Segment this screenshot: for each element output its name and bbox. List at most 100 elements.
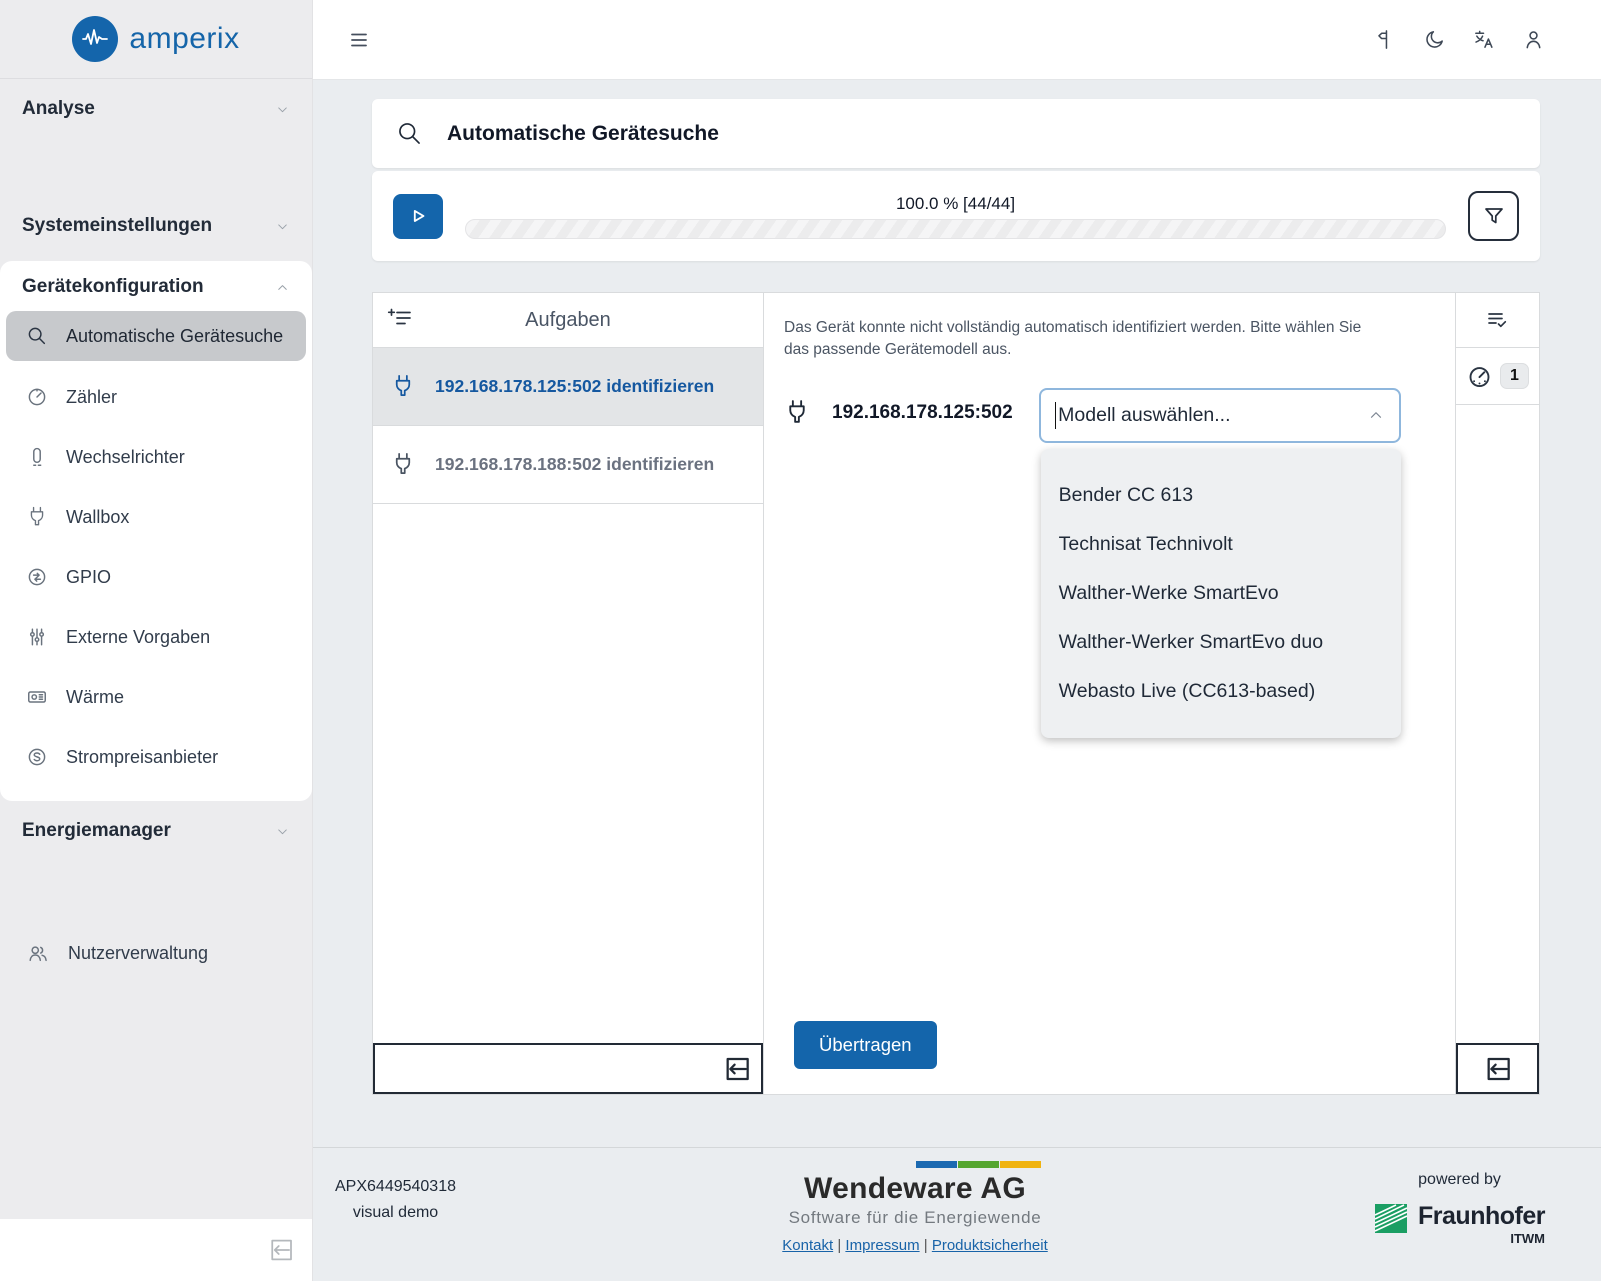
inverter-icon — [26, 446, 48, 468]
bar-blue — [916, 1161, 957, 1168]
collapse-panel-icon[interactable] — [1482, 1053, 1514, 1085]
user-icon[interactable] — [1522, 28, 1545, 51]
powered-by-label: powered by — [1374, 1171, 1545, 1189]
sidebar-section-systemeinstellungen[interactable]: Systemeinstellungen — [0, 204, 312, 248]
page-title: Automatische Gerätesuche — [447, 122, 719, 146]
chevron-down-icon — [275, 824, 290, 839]
bar-green — [958, 1161, 999, 1168]
fraunhofer-mark-icon — [1374, 1202, 1410, 1234]
link-produktsicherheit[interactable]: Produktsicherheit — [932, 1237, 1048, 1254]
chevron-down-icon — [275, 219, 290, 234]
chevron-down-icon — [275, 102, 290, 117]
serial-number: APX6449540318 — [335, 1174, 456, 1200]
model-option[interactable]: Walther-Werke SmartEvo — [1041, 569, 1401, 618]
sidebar-item-gpio[interactable]: GPIO — [0, 547, 312, 607]
sidebar: amperix Analyse Systemeinstellungen Gerä… — [0, 0, 313, 1281]
search-icon — [396, 120, 423, 147]
model-option[interactable]: Bender CC 613 — [1041, 471, 1401, 520]
task-label: 192.168.178.188:502 identifizieren — [435, 454, 714, 475]
signpost-icon[interactable] — [1374, 28, 1397, 51]
users-icon — [26, 942, 50, 964]
sidebar-footer — [0, 1219, 312, 1281]
collapse-sidebar-icon[interactable] — [266, 1235, 296, 1265]
progress-fill — [466, 220, 1445, 238]
scan-control-bar: 100.0 % [44/44] — [372, 171, 1540, 261]
device-detail-panel: Das Gerät konnte nicht vollständig autom… — [764, 292, 1455, 1095]
queue-rail: 1 — [1455, 292, 1540, 1095]
moon-icon[interactable] — [1423, 28, 1446, 51]
fraunhofer-logo: Fraunhofer ITWM — [1374, 1202, 1545, 1246]
sidebar-section-energiemanager[interactable]: Energiemanager — [0, 809, 312, 853]
model-option[interactable]: Webasto Live (CC613-based) — [1041, 667, 1401, 716]
device-row: 192.168.178.125:502 Modell auswählen... — [784, 388, 1455, 443]
sidebar-section-geraetekonfiguration[interactable]: Gerätekonfiguration — [0, 265, 312, 309]
sidebar-item-externe-vorgaben[interactable]: Externe Vorgaben — [0, 607, 312, 667]
start-scan-button[interactable] — [393, 194, 443, 239]
playlist-add-icon[interactable] — [387, 306, 413, 332]
plug-icon — [784, 398, 810, 427]
filter-button[interactable] — [1468, 191, 1519, 241]
sidebar-section-geraetekonfiguration-card: Gerätekonfiguration Automatische Gerätes… — [0, 261, 312, 801]
model-option[interactable]: Technisat Technivolt — [1041, 520, 1401, 569]
topbar — [313, 0, 1601, 80]
legal-links: Kontakt | Impressum | Produktsicherheit — [782, 1237, 1047, 1254]
sidebar-item-waerme[interactable]: Wärme — [0, 667, 312, 727]
link-kontakt[interactable]: Kontakt — [782, 1237, 833, 1254]
tasks-empty-space — [373, 504, 763, 1043]
heat-icon — [26, 686, 48, 708]
vendor-name: Wendeware AG — [789, 1172, 1042, 1206]
link-impressum[interactable]: Impressum — [845, 1237, 919, 1254]
model-select-wrap: Modell auswählen... Bender CC 613 Techni… — [1039, 388, 1401, 443]
task-row[interactable]: 192.168.178.125:502 identifizieren — [373, 348, 763, 426]
sidebar-item-zaehler[interactable]: Zähler — [0, 367, 312, 427]
device-address: 192.168.178.125:502 — [832, 402, 1013, 424]
sidebar-item-wallbox[interactable]: Wallbox — [0, 487, 312, 547]
scan-progress: 100.0 % [44/44] — [465, 194, 1446, 239]
sidebar-item-wechselrichter[interactable]: Wechselrichter — [0, 427, 312, 487]
tasks-panel-footer — [373, 1043, 763, 1094]
model-select[interactable]: Modell auswählen... — [1039, 388, 1401, 443]
tasks-panel: Aufgaben 192.168.178.125:502 identifizie… — [372, 292, 764, 1095]
fraunhofer-name: Fraunhofer — [1418, 1202, 1545, 1231]
vendor-tagline: Software für die Energiewende — [789, 1208, 1042, 1228]
collapse-panel-icon[interactable] — [721, 1053, 753, 1085]
topbar-actions — [1374, 28, 1545, 51]
progress-bar — [465, 219, 1446, 239]
sidebar-section-analyse[interactable]: Analyse — [0, 87, 312, 131]
meter-icon — [26, 386, 48, 408]
plug-icon — [391, 451, 415, 478]
progress-label: 100.0 % [44/44] — [465, 194, 1446, 214]
queue-counter: 1 — [1456, 348, 1539, 405]
app-window: amperix Analyse Systemeinstellungen Gerä… — [0, 0, 1601, 1281]
workspace: Aufgaben 192.168.178.125:502 identifizie… — [372, 292, 1540, 1095]
vendor-block: Wendeware AG Software für die Energiewen… — [782, 1161, 1047, 1254]
tasks-title: Aufgaben — [525, 309, 611, 332]
page-footer: APX6449540318 visual demo Wendeware AG S… — [313, 1147, 1601, 1281]
price-icon — [26, 746, 48, 768]
brand-name: amperix — [129, 22, 239, 56]
amperix-waveform-icon — [72, 16, 118, 62]
task-row[interactable]: 192.168.178.188:502 identifizieren — [373, 426, 763, 504]
transfer-button[interactable]: Übertragen — [794, 1021, 937, 1069]
queue-rail-header — [1456, 293, 1539, 348]
sidebar-nav: Analyse Systemeinstellungen Gerätekonfig… — [0, 79, 312, 1219]
translate-icon[interactable] — [1472, 28, 1496, 51]
playlist-check-icon[interactable] — [1485, 307, 1511, 333]
wendeware-color-bars — [789, 1161, 1042, 1168]
sidebar-item-strompreisanbieter[interactable]: Strompreisanbieter — [0, 727, 312, 787]
queue-count-badge: 1 — [1500, 363, 1529, 389]
chevron-up-icon — [1367, 406, 1385, 424]
demo-mode-label: visual demo — [335, 1200, 456, 1226]
wendeware-logo: Wendeware AG Software für die Energiewen… — [789, 1161, 1042, 1228]
fraunhofer-text: Fraunhofer ITWM — [1418, 1202, 1545, 1246]
sidebar-item-automatische-geraetesuche[interactable]: Automatische Gerätesuche — [6, 311, 306, 361]
sidebar-item-nutzerverwaltung[interactable]: Nutzerverwaltung — [0, 923, 312, 983]
queue-rail-footer — [1456, 1043, 1539, 1094]
brand-logo: amperix — [0, 0, 312, 79]
menu-icon[interactable] — [347, 28, 371, 52]
search-icon — [26, 325, 48, 347]
model-select-placeholder: Modell auswählen... — [1058, 404, 1230, 427]
sliders-icon — [26, 626, 48, 648]
task-label: 192.168.178.125:502 identifizieren — [435, 376, 714, 397]
model-option[interactable]: Walther-Werker SmartEvo duo — [1041, 618, 1401, 667]
